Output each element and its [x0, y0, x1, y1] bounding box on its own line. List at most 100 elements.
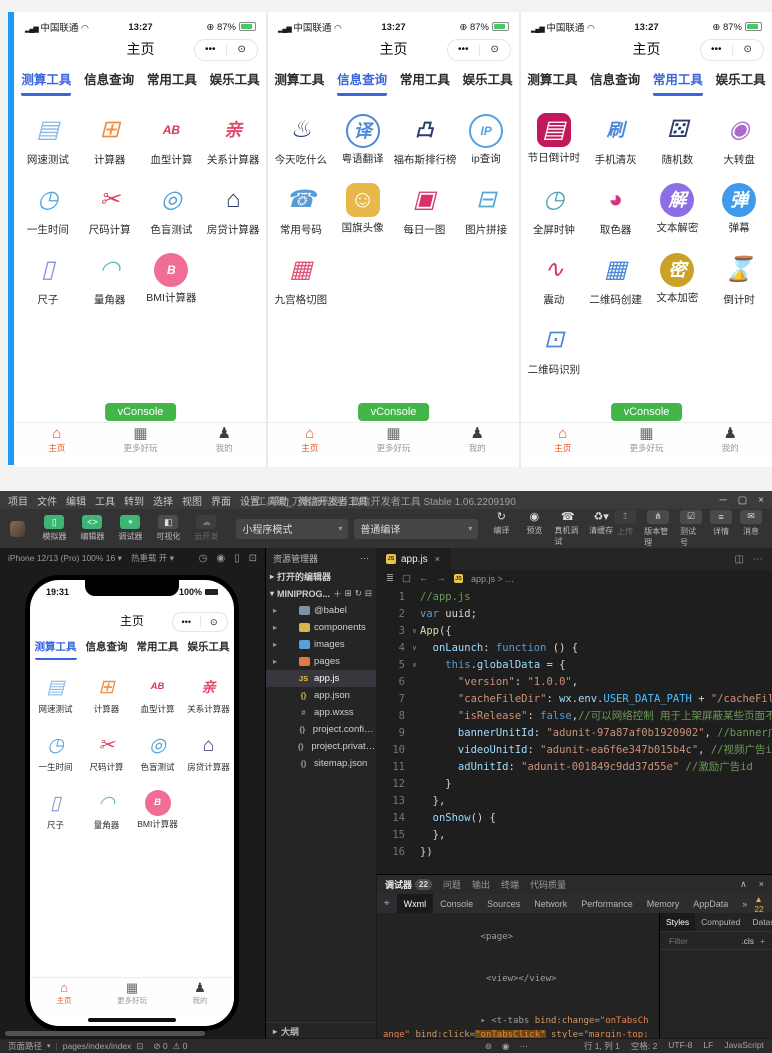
menu-dots-button[interactable]: ••• — [173, 614, 200, 630]
toolbar-right-button[interactable]: ↥ 上传 — [614, 510, 636, 548]
devtools-tab[interactable]: Sources — [480, 894, 527, 913]
error-count[interactable]: ⊘ 0 — [153, 1041, 167, 1052]
category-tab[interactable]: 常用工具 — [647, 69, 710, 96]
page-path[interactable]: pages/index/index — [63, 1041, 132, 1051]
file-tree-item[interactable]: ▸ folder components — [266, 619, 376, 636]
tool-item[interactable]: ⌂ 房贷计算器 — [183, 731, 234, 789]
toolbar-action-button[interactable]: ◉ 预览 — [521, 511, 547, 547]
devtools-tab[interactable]: AppData — [686, 894, 735, 913]
mode-select[interactable]: 小程序模式 ▾ — [236, 519, 348, 539]
menu-item[interactable]: 视图 — [182, 497, 202, 508]
tool-item[interactable]: ⊞ 计算器 — [81, 673, 132, 731]
fold-icon[interactable] — [409, 606, 420, 623]
fold-icon[interactable]: ∨ — [409, 657, 420, 674]
project-section[interactable]: ▾ MINIPROG... ＋⊞↻⊟ — [266, 585, 376, 602]
toolbar-right-button[interactable]: ⋔ 版本管理 — [644, 510, 672, 548]
file-tree-item[interactable]: file {} app.json — [266, 687, 376, 704]
record-icon[interactable]: ◉ — [216, 553, 225, 564]
tool-item[interactable]: ◉ 大转盘 — [708, 111, 770, 181]
tool-item[interactable]: ▤ 网速测试 — [17, 111, 79, 181]
category-tab[interactable]: 娱乐工具 — [709, 69, 772, 96]
fold-icon[interactable] — [409, 708, 420, 725]
tool-item[interactable]: ⊞ 计算器 — [79, 111, 141, 181]
toolbar-right-button[interactable]: ✉ 消息 — [740, 510, 762, 548]
category-tab[interactable]: 信息查询 — [81, 639, 132, 660]
tool-item[interactable]: ▦ 九宫格切图 — [270, 251, 332, 321]
menu-item[interactable]: 帮助 — [269, 497, 289, 508]
tool-item[interactable]: ◠ 量角器 — [81, 789, 132, 847]
category-tab[interactable]: 信息查询 — [331, 69, 394, 96]
path-mode-select[interactable]: 页面路径 ▾ | pages/index/index ⊡ — [8, 1040, 143, 1052]
minimize-target-button[interactable]: ⊙ — [480, 41, 511, 59]
tab-bar-item[interactable]: ⌂ 主页 — [30, 980, 98, 1013]
styles-tab[interactable]: Styles — [660, 913, 695, 931]
devtools-tab[interactable]: Memory — [640, 894, 687, 913]
menu-item[interactable]: 选择 — [153, 497, 173, 508]
close-icon[interactable]: × — [758, 495, 764, 506]
fold-icon[interactable] — [409, 844, 420, 861]
tool-item[interactable]: ◷ 一生时间 — [30, 731, 81, 789]
fold-icon[interactable] — [409, 793, 420, 810]
debugger-panel-tab[interactable]: 问题 — [443, 878, 461, 891]
fold-icon[interactable] — [409, 725, 420, 742]
file-tree-item[interactable]: file {} project.config.json — [266, 721, 376, 738]
vconsole-button[interactable]: vConsole — [611, 403, 683, 421]
tool-item[interactable]: 刷 手机清灰 — [585, 111, 647, 181]
devtools-tab[interactable]: » — [735, 894, 754, 913]
debugger-panel-tab[interactable]: 输出 — [472, 878, 490, 891]
tool-item[interactable]: ▯ 尺子 — [30, 789, 81, 847]
editor-status-item[interactable]: UTF-8 — [668, 1040, 692, 1052]
debugger-panel-tab[interactable]: 代码质量 — [530, 878, 566, 891]
debugger-panel-tab[interactable]: 终端 — [501, 878, 519, 891]
category-tab[interactable]: 娱乐工具 — [183, 639, 234, 660]
devtools-tab[interactable]: Console — [433, 894, 480, 913]
minimize-target-button[interactable]: ⊙ — [733, 41, 764, 59]
notification-icon[interactable]: ⊚ — [485, 1041, 492, 1052]
hot-reload-toggle[interactable]: 热重载 开 ▾ — [131, 552, 174, 564]
warning-count[interactable]: ⚠ 0 — [173, 1041, 188, 1052]
editor-status-item[interactable]: 空格: 2 — [631, 1040, 657, 1052]
rotate-icon[interactable]: ◷ — [199, 553, 208, 564]
explorer-action-icon[interactable]: ⊞ — [345, 588, 352, 600]
tab-bar-item[interactable]: ⌂ 主页 — [268, 425, 352, 457]
more-icon[interactable]: ⋯ — [753, 554, 763, 565]
toolbar-toggle-button[interactable]: ▯ 模拟器 — [38, 515, 70, 542]
tool-item[interactable]: ✂ 尺码计算 — [81, 731, 132, 789]
tool-item[interactable]: ▤ 节日倒计时 — [523, 111, 585, 181]
tool-item[interactable]: 亲 关系计算器 — [202, 111, 264, 181]
toolbar-action-button[interactable]: ↻ 编译 — [488, 511, 514, 547]
fold-icon[interactable] — [409, 776, 420, 793]
tool-item[interactable]: ⚄ 随机数 — [647, 111, 709, 181]
tool-item[interactable]: ☎ 常用号码 — [270, 181, 332, 251]
tool-item[interactable]: ▯ 尺子 — [17, 251, 79, 321]
wxml-node[interactable]: ▸ <t-tabs bind:change="onTabsChange" bin… — [383, 1000, 653, 1039]
tool-item[interactable]: ∿ 震动 — [523, 251, 585, 321]
file-tree-item[interactable]: ▸ folder @babel — [266, 602, 376, 619]
tool-item[interactable]: 亲 关系计算器 — [183, 673, 234, 731]
tool-item[interactable]: B BMI计算器 — [132, 789, 183, 847]
menu-item[interactable]: 界面 — [211, 497, 231, 508]
menu-item[interactable]: 文件 — [37, 497, 57, 508]
tool-item[interactable]: ♨ 今天吃什么 — [270, 111, 332, 181]
toolbar-right-button[interactable]: ≡ 详情 — [710, 510, 732, 548]
back-icon[interactable]: ← — [419, 573, 429, 584]
tool-item[interactable]: ☺ 国旗头像 — [332, 181, 394, 251]
tab-bar-item[interactable]: ▦ 更多好玩 — [99, 425, 183, 457]
category-tab[interactable]: 常用工具 — [394, 69, 457, 96]
tab-bar-item[interactable]: ▦ 更多好玩 — [605, 425, 689, 457]
editor-tab-appjs[interactable]: JS app.js × — [377, 548, 450, 570]
tool-item[interactable]: ⊟ 图片拼接 — [455, 181, 517, 251]
tab-bar-item[interactable]: ⌂ 主页 — [521, 425, 605, 457]
menu-item[interactable]: 编辑 — [66, 497, 86, 508]
fold-icon[interactable] — [409, 810, 420, 827]
tool-item[interactable]: ⌛ 倒计时 — [708, 251, 770, 321]
tool-item[interactable]: ◎ 色盲测试 — [132, 731, 183, 789]
user-avatar[interactable] — [10, 521, 25, 537]
menu-item[interactable]: 设置 — [240, 497, 260, 508]
toolbar-action-button[interactable]: ☎ 真机调试 — [554, 511, 581, 547]
outline-list-icon[interactable]: ≣ — [386, 573, 394, 584]
outline-section[interactable]: ▸ 大纲 — [266, 1022, 376, 1039]
menu-dots-button[interactable]: ••• — [448, 41, 479, 59]
copy-icon[interactable]: ⊡ — [136, 1041, 143, 1052]
fold-icon[interactable] — [409, 759, 420, 776]
